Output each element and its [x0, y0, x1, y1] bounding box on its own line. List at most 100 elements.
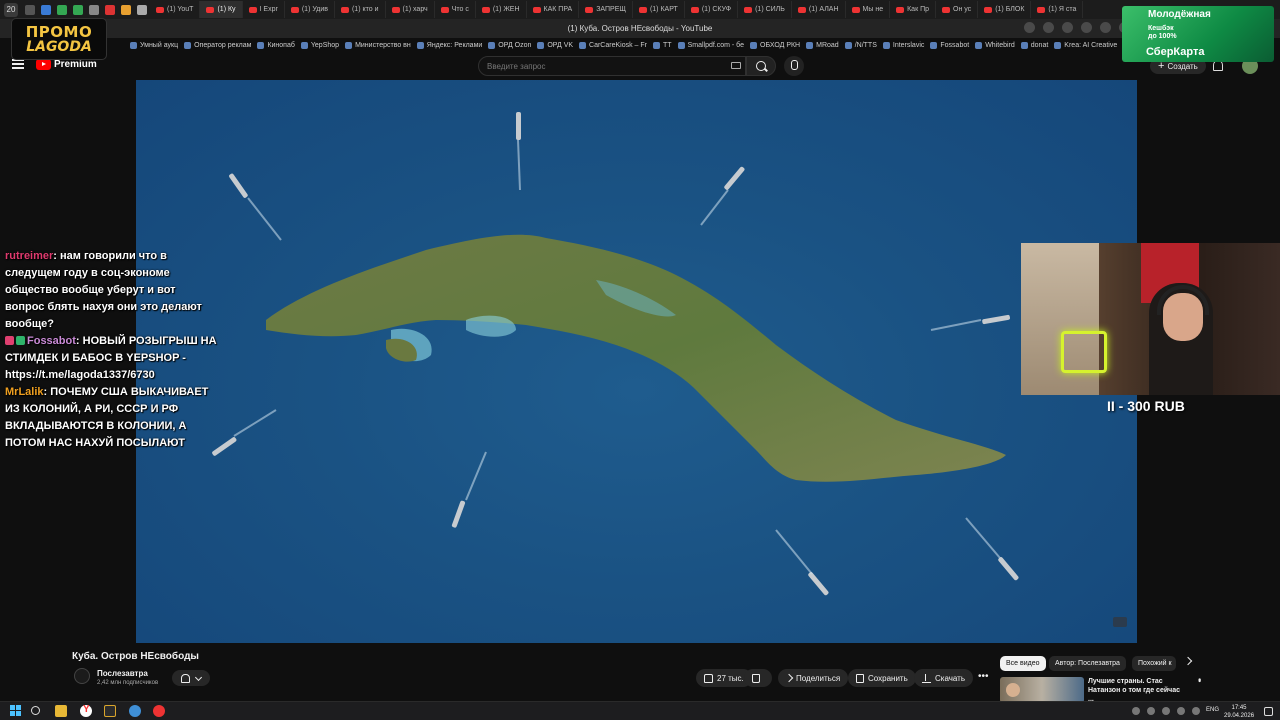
tab-counter-badge[interactable]: 20 — [4, 2, 18, 17]
language-indicator[interactable]: ENG — [1206, 707, 1219, 713]
bookmark-item[interactable]: TT — [653, 42, 672, 49]
tray-icon[interactable] — [1147, 707, 1155, 715]
bookmark-item[interactable]: /N/TTS — [845, 42, 877, 49]
browser-tab[interactable]: (1) СИЛЬ — [738, 1, 792, 18]
bookmark-item[interactable]: MRoad — [806, 42, 839, 49]
pinned-tab-icon[interactable] — [105, 4, 115, 15]
more-actions-icon[interactable]: ••• — [978, 671, 989, 682]
chip-similar[interactable]: Похожий к — [1132, 656, 1176, 671]
save-playlist-icon — [856, 673, 864, 683]
windows-start-icon[interactable] — [10, 705, 22, 717]
clock-date: 29.04.2026 — [1224, 713, 1255, 719]
ships-group — [212, 112, 1019, 596]
pinned-tab-icon[interactable] — [41, 4, 51, 15]
browser-tab[interactable]: (1) харч — [386, 1, 435, 18]
sbercard-ad-banner[interactable]: Молодёжная Кешбэк до 100% СберКарта — [1122, 6, 1274, 62]
dislike-button[interactable] — [744, 669, 772, 687]
extension-icon[interactable] — [1100, 22, 1111, 33]
pinned-tab-icon[interactable] — [89, 4, 99, 15]
tray-icon[interactable] — [1162, 707, 1170, 715]
related-video-title[interactable]: Лучшие страны. Стас Натанзон о том где с… — [1088, 677, 1186, 704]
browser-tab[interactable]: Он ус — [936, 1, 979, 18]
browser-tab[interactable]: (1) КАРТ — [633, 1, 685, 18]
browser-tab[interactable]: (1) Ку — [200, 1, 243, 18]
bookmark-item[interactable]: Fossabot — [930, 42, 969, 49]
bookmark-item[interactable]: Министерство вн — [345, 42, 411, 49]
tab-list-icon[interactable] — [25, 4, 35, 15]
bookmark-item[interactable]: Interslavic — [883, 42, 925, 49]
voice-search-button[interactable] — [784, 56, 804, 76]
bookmark-item[interactable]: Яндекс: Реклами — [417, 42, 483, 49]
related-video-thumbnail[interactable] — [1000, 677, 1084, 703]
bookmark-item[interactable]: Умный аукц — [130, 42, 178, 49]
browser-tab[interactable]: (1) Я ста — [1031, 1, 1084, 18]
chip-all-videos[interactable]: Все видео — [1000, 656, 1046, 671]
chip-author[interactable]: Автор: Послезавтра — [1049, 656, 1126, 671]
browser-tab[interactable]: Что с — [435, 1, 476, 18]
thumbs-down-icon — [752, 673, 760, 683]
bookmark-item[interactable]: donat — [1021, 42, 1049, 49]
tab-label: (1) харч — [402, 6, 428, 13]
browser-tab[interactable]: (1) ЖЕН — [476, 1, 527, 18]
bookmark-item[interactable]: Smallpdf.com - бе — [678, 42, 744, 49]
extension-icon[interactable] — [1024, 22, 1035, 33]
related-video-menu-icon[interactable]: ••• — [1195, 678, 1204, 680]
bookmark-item[interactable]: CarCareKiosk – Fr — [579, 42, 647, 49]
browser-tab[interactable]: I Expr — [243, 1, 285, 18]
search-input[interactable]: Введите запрос — [478, 56, 746, 76]
browser-tab[interactable]: (1) Удив — [285, 1, 335, 18]
download-button[interactable]: Скачать — [914, 669, 973, 687]
extension-icon[interactable] — [1043, 22, 1054, 33]
channel-avatar[interactable] — [74, 668, 90, 684]
bookmark-item[interactable]: Оператор реклам — [184, 42, 251, 49]
tab-label: (1) Ку — [217, 6, 236, 13]
browser-tab[interactable]: Как Пр — [890, 1, 936, 18]
app-icon[interactable] — [104, 705, 116, 717]
system-clock[interactable]: 17:45 29.04.2026 — [1224, 704, 1254, 720]
share-button[interactable]: Поделиться — [778, 669, 849, 687]
chevron-right-icon[interactable] — [1183, 656, 1193, 666]
notification-center-icon[interactable] — [1264, 707, 1273, 716]
browser-tab[interactable]: (1) СКУФ — [685, 1, 739, 18]
bookmark-item[interactable]: ОРД Ozon — [488, 42, 531, 49]
cuba-satellite-map — [212, 112, 1019, 596]
browser-tab[interactable]: (1) YouT — [150, 1, 201, 18]
tab-label: КАК ПРА — [543, 6, 573, 13]
menu-icon[interactable] — [12, 59, 24, 69]
browser-tab[interactable]: КАК ПРА — [527, 1, 580, 18]
player-branding-icon[interactable] — [1113, 617, 1127, 627]
browser-tab[interactable]: (1) кто и — [335, 1, 386, 18]
youtube-logo[interactable]: Premium — [36, 59, 97, 70]
keyboard-icon[interactable] — [731, 62, 741, 69]
pinned-tab-icon[interactable] — [121, 4, 131, 15]
browser-tab[interactable]: (1) БЛОК — [978, 1, 1032, 18]
pinned-tab-icon[interactable] — [137, 4, 147, 15]
bookmark-item[interactable]: Кинопаб — [257, 42, 294, 49]
subscription-bell-button[interactable] — [172, 670, 210, 686]
search-button[interactable] — [746, 56, 776, 76]
youtube-favicon-icon — [896, 6, 905, 13]
browser-tab[interactable]: Мы не — [846, 1, 891, 18]
extension-icon[interactable] — [1062, 22, 1073, 33]
bookmark-item[interactable]: ОРД VK — [537, 42, 573, 49]
obs-icon[interactable] — [153, 705, 165, 717]
bookmark-item[interactable]: ОБХОД РКН — [750, 42, 800, 49]
tray-icon[interactable] — [1132, 707, 1140, 715]
taskbar-search-icon[interactable] — [31, 706, 40, 715]
pinned-tab-icon[interactable] — [57, 4, 67, 15]
video-player[interactable] — [136, 80, 1137, 643]
bookmark-item[interactable]: Whitebird — [975, 42, 1015, 49]
pinned-tab-icon[interactable] — [73, 4, 83, 15]
file-explorer-icon[interactable] — [55, 705, 67, 717]
bookmark-item[interactable]: Krea: AI Creative — [1054, 42, 1117, 49]
telegram-icon[interactable] — [129, 705, 141, 717]
extension-icon[interactable] — [1081, 22, 1092, 33]
browser-tab[interactable]: (1) АЛАН — [792, 1, 846, 18]
yandex-browser-icon[interactable] — [80, 704, 92, 717]
browser-tab[interactable]: ЗАПРЕЩ — [579, 1, 633, 18]
save-button[interactable]: Сохранить — [848, 669, 916, 687]
bookmark-item[interactable]: YepShop — [301, 42, 339, 49]
volume-icon[interactable] — [1192, 707, 1200, 715]
channel-name[interactable]: Послезавтра — [97, 669, 148, 678]
network-icon[interactable] — [1177, 707, 1185, 715]
